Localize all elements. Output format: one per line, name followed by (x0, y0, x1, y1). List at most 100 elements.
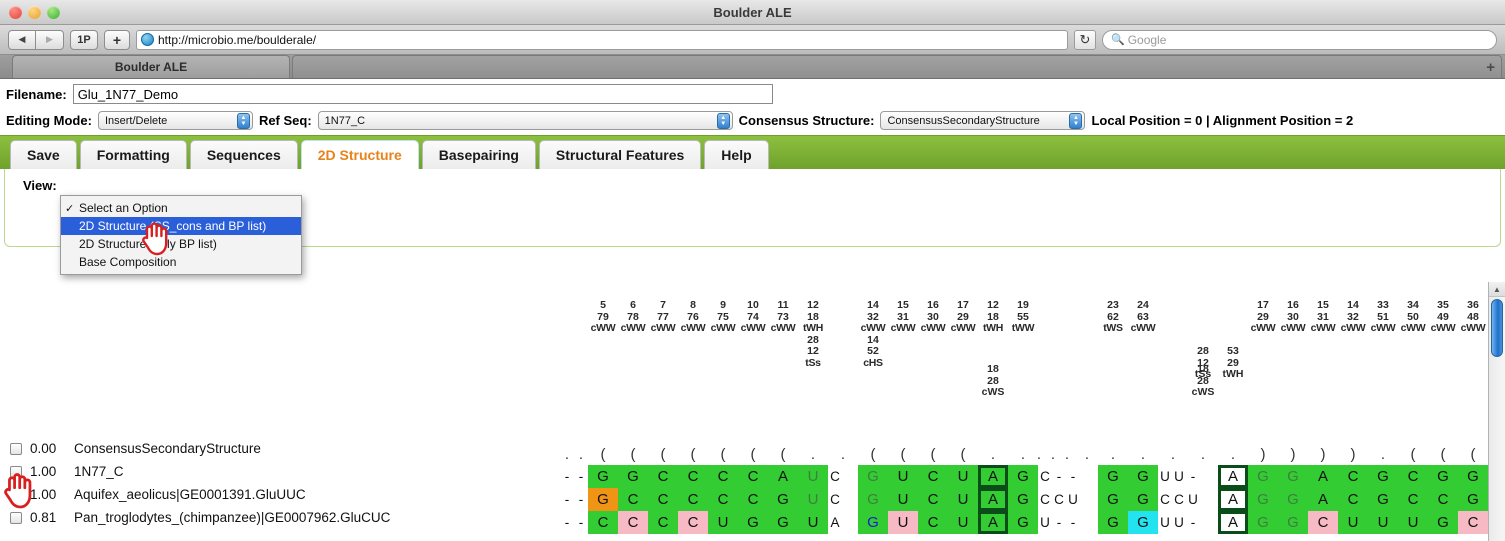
nucleotide-cell[interactable]: G (1368, 465, 1398, 488)
nucleotide-cell[interactable]: - (1186, 511, 1200, 534)
nucleotide-cell[interactable]: U (1172, 465, 1186, 488)
nucleotide-cell[interactable]: U (1158, 511, 1172, 534)
app-tab-formatting[interactable]: Formatting (79, 140, 187, 169)
nucleotide-cell[interactable]: U (798, 465, 828, 488)
nucleotide-cell[interactable]: C (1338, 488, 1368, 511)
sequence-name-row[interactable]: 0.00 ConsensusSecondaryStructure (0, 437, 560, 460)
nucleotide-cell[interactable]: - (574, 465, 588, 488)
nucleotide-cell[interactable]: G (1008, 511, 1038, 534)
sequence-checkbox[interactable] (10, 511, 22, 524)
nucleotide-cell[interactable]: U (708, 511, 738, 534)
back-button[interactable]: ◀ (8, 29, 36, 50)
nucleotide-cell[interactable]: U (888, 465, 918, 488)
filename-input[interactable]: Glu_1N77_Demo (72, 84, 773, 104)
nucleotide-cell[interactable]: A (828, 511, 842, 534)
nucleotide-cell[interactable]: C (1052, 488, 1066, 511)
add-bookmark-button[interactable]: + (104, 29, 130, 50)
nucleotide-cell[interactable]: U (798, 511, 828, 534)
nucleotide-cell[interactable]: U (888, 488, 918, 511)
browser-tab-empty[interactable] (292, 55, 1502, 78)
sequence-row[interactable]: --CCCCUGGUAGUCUAGU--GGUU-AGGCUUUGCCACUCU… (560, 511, 1505, 534)
app-tab-basepairing[interactable]: Basepairing (421, 140, 536, 169)
nucleotide-cell[interactable]: C (738, 488, 768, 511)
nucleotide-cell[interactable]: C (1398, 465, 1428, 488)
nucleotide-cell[interactable]: G (588, 488, 618, 511)
nucleotide-cell[interactable]: U (1172, 511, 1186, 534)
nucleotide-cell[interactable]: A (1218, 511, 1248, 534)
nucleotide-cell[interactable]: G (1248, 465, 1278, 488)
nucleotide-cell[interactable]: C (618, 511, 648, 534)
sequence-row[interactable]: --GGCCCCAUCGUCUAGC--GGUU-AGGACGCGGCCCUCU… (560, 465, 1505, 488)
nucleotide-cell[interactable]: - (1066, 511, 1080, 534)
sequence-name-row[interactable]: 1.00 Aquifex_aeolicus|GE0001391.GluUUC (0, 483, 560, 506)
nucleotide-cell[interactable]: G (1278, 511, 1308, 534)
nucleotide-cell[interactable]: U (1368, 511, 1398, 534)
scroll-up-arrow-icon[interactable]: ▲ (1489, 282, 1505, 297)
nucleotide-cell[interactable]: C (738, 465, 768, 488)
nucleotide-cell[interactable]: U (1398, 511, 1428, 534)
nucleotide-cell[interactable]: C (1428, 488, 1458, 511)
nucleotide-cell[interactable]: A (768, 465, 798, 488)
nucleotide-cell[interactable]: C (1172, 488, 1186, 511)
nucleotide-cell[interactable]: C (918, 511, 948, 534)
nucleotide-cell[interactable]: G (1428, 511, 1458, 534)
address-bar[interactable]: http://microbio.me/boulderale/ (136, 29, 1068, 50)
nucleotide-cell[interactable]: G (858, 465, 888, 488)
ref-seq-select[interactable]: 1N77_C ▲ ▼ (317, 111, 733, 130)
nucleotide-cell[interactable]: C (648, 488, 678, 511)
nucleotide-cell[interactable]: - (1066, 465, 1080, 488)
consensus-structure-select[interactable]: ConsensusSecondaryStructure ▲ ▼ (880, 111, 1086, 130)
nucleotide-cell[interactable]: U (888, 511, 918, 534)
nucleotide-cell[interactable]: C (1458, 511, 1488, 534)
view-dropdown-menu[interactable]: ✓ Select an Option 2D Structure (SS_cons a… (60, 195, 302, 275)
menu-item-select-an-option[interactable]: ✓ Select an Option (61, 199, 301, 217)
reload-button[interactable]: ↻ (1074, 29, 1096, 50)
nucleotide-cell[interactable]: - (560, 465, 574, 488)
scrollbar-thumb[interactable] (1491, 299, 1503, 357)
nucleotide-cell[interactable]: A (978, 465, 1008, 488)
nucleotide-cell[interactable]: G (1098, 488, 1128, 511)
nucleotide-cell[interactable]: C (618, 488, 648, 511)
search-field[interactable]: 🔍 Google (1102, 29, 1497, 50)
nucleotide-cell[interactable]: C (648, 465, 678, 488)
nucleotide-cell[interactable]: C (708, 465, 738, 488)
sequence-name-row[interactable]: 0.81 Pan_troglodytes_(chimpanzee)|GE00079… (0, 506, 560, 529)
nucleotide-cell[interactable]: C (1308, 511, 1338, 534)
nucleotide-cell[interactable]: G (1008, 465, 1038, 488)
nucleotide-cell[interactable]: - (1052, 511, 1066, 534)
nucleotide-cell[interactable]: G (1458, 488, 1488, 511)
nucleotide-cell[interactable]: U (1158, 465, 1172, 488)
nucleotide-cell[interactable]: G (1128, 488, 1158, 511)
nucleotide-cell[interactable]: G (738, 511, 768, 534)
nucleotide-cell[interactable]: G (1458, 465, 1488, 488)
nucleotide-cell[interactable]: - (560, 511, 574, 534)
vertical-scrollbar[interactable]: ▲ (1488, 282, 1505, 541)
menu-item-2d-structure-only-bp-list-[interactable]: 2D Structure (only BP list) (61, 235, 301, 253)
nucleotide-cell[interactable]: C (588, 511, 618, 534)
nucleotide-cell[interactable]: - (574, 511, 588, 534)
nucleotide-cell[interactable]: U (1186, 488, 1200, 511)
nucleotide-cell[interactable]: C (708, 488, 738, 511)
browser-tab-boulder-ale[interactable]: Boulder ALE (12, 55, 290, 78)
menu-item-base-composition[interactable]: Base Composition (61, 253, 301, 271)
nucleotide-cell[interactable]: A (978, 488, 1008, 511)
sequence-name-row[interactable]: 1.00 1N77_C (0, 460, 560, 483)
nucleotide-cell[interactable]: U (1038, 511, 1052, 534)
nucleotide-cell[interactable]: - (1052, 465, 1066, 488)
nucleotide-cell[interactable]: U (1338, 511, 1368, 534)
nucleotide-cell[interactable]: C (1038, 488, 1052, 511)
editing-mode-select[interactable]: Insert/Delete ▲ ▼ (97, 111, 253, 130)
nucleotide-cell[interactable]: C (648, 511, 678, 534)
nucleotide-cell[interactable]: C (678, 488, 708, 511)
app-tab-2d-structure[interactable]: 2D Structure (300, 140, 419, 169)
nucleotide-cell[interactable]: U (798, 488, 828, 511)
nucleotide-cell[interactable]: A (1218, 465, 1248, 488)
nucleotide-cell[interactable]: C (678, 511, 708, 534)
sequence-row[interactable]: --GCCCCCGUCGUCUAGCCUGGCCUAGGACGCCGGCCUUU… (560, 488, 1505, 511)
nucleotide-cell[interactable]: G (1128, 465, 1158, 488)
nucleotide-cell[interactable]: U (948, 465, 978, 488)
alignment-grid[interactable]: 5 79 cWW 6 78 cWW 7 77 cWW 8 76 cWW 9 75 cWW 10 74 cWW 11 7… (560, 282, 1505, 541)
nucleotide-cell[interactable]: C (828, 465, 842, 488)
nucleotide-cell[interactable]: C (828, 488, 842, 511)
nucleotide-cell[interactable]: U (948, 488, 978, 511)
